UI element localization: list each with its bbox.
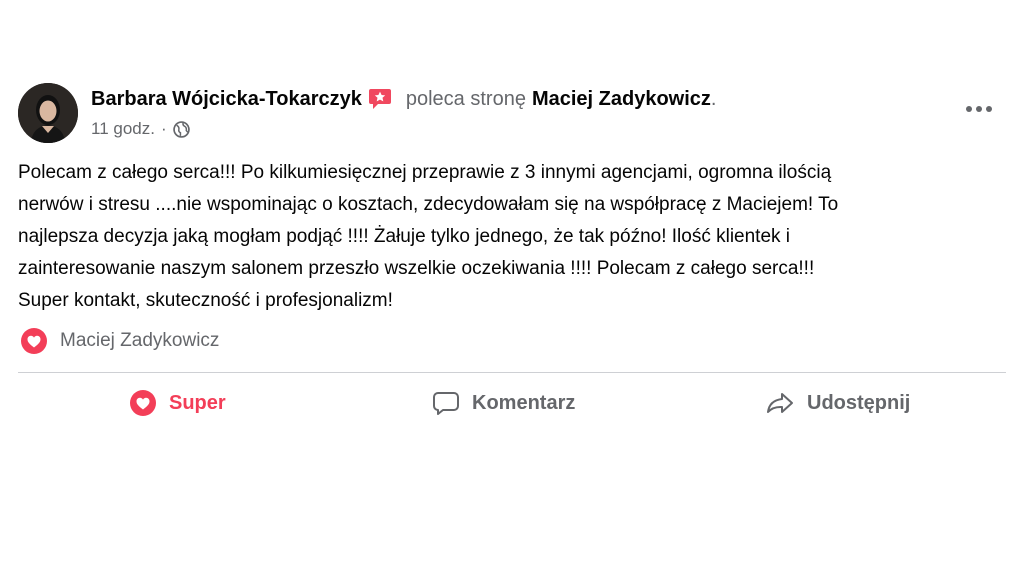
recommendation-post: Barbara Wójcicka-Tokarczyk poleca stronę… [0,0,1024,576]
page-name-link[interactable]: Maciej Zadykowicz [532,88,711,111]
share-button[interactable]: Udostępnij [765,386,910,420]
post-text-line: Polecam z całego serca!!! Po kilkumiesię… [18,162,832,183]
meta-separator: · [160,119,167,138]
globe-icon[interactable] [172,120,190,138]
avatar-image [18,83,78,143]
author-avatar[interactable] [18,83,78,143]
author-name[interactable]: Barbara Wójcicka-Tokarczyk [91,88,362,111]
more-options-icon[interactable] [962,97,996,121]
reactions-summary[interactable]: Maciej Zadykowicz [20,327,219,355]
header-period: . [710,87,717,110]
comment-button[interactable]: Komentarz [432,386,575,420]
comment-icon [432,389,460,417]
actions-divider [18,372,1006,373]
post-meta: 11 godz. · [91,118,190,140]
share-icon [765,389,795,417]
post-text-line: najlepsza decyzja jaką mogłam podjąć !!!… [18,226,791,247]
recommend-star-icon [368,88,392,110]
post-header: Barbara Wójcicka-Tokarczyk poleca stronę… [91,86,716,112]
post-timestamp[interactable]: 11 godz. [91,119,155,139]
post-text-line: zainteresowanie naszym salonem przeszło … [18,258,815,279]
share-label: Udostępnij [807,391,911,414]
comment-label: Komentarz [472,391,576,414]
post-text-line: Super kontakt, skuteczność i profesjonal… [18,290,393,311]
super-reaction-button[interactable]: Super [129,386,226,420]
heart-icon [20,327,48,355]
post-text-line: nerwów i stresu ....nie wspominając o ko… [18,194,839,215]
heart-icon [129,389,157,417]
reactions-names: Maciej Zadykowicz [60,330,220,351]
recommend-verb: poleca stronę [405,87,526,110]
post-text: Polecam z całego serca!!! Po kilkumiesię… [18,157,1008,317]
super-label: Super [169,391,226,414]
